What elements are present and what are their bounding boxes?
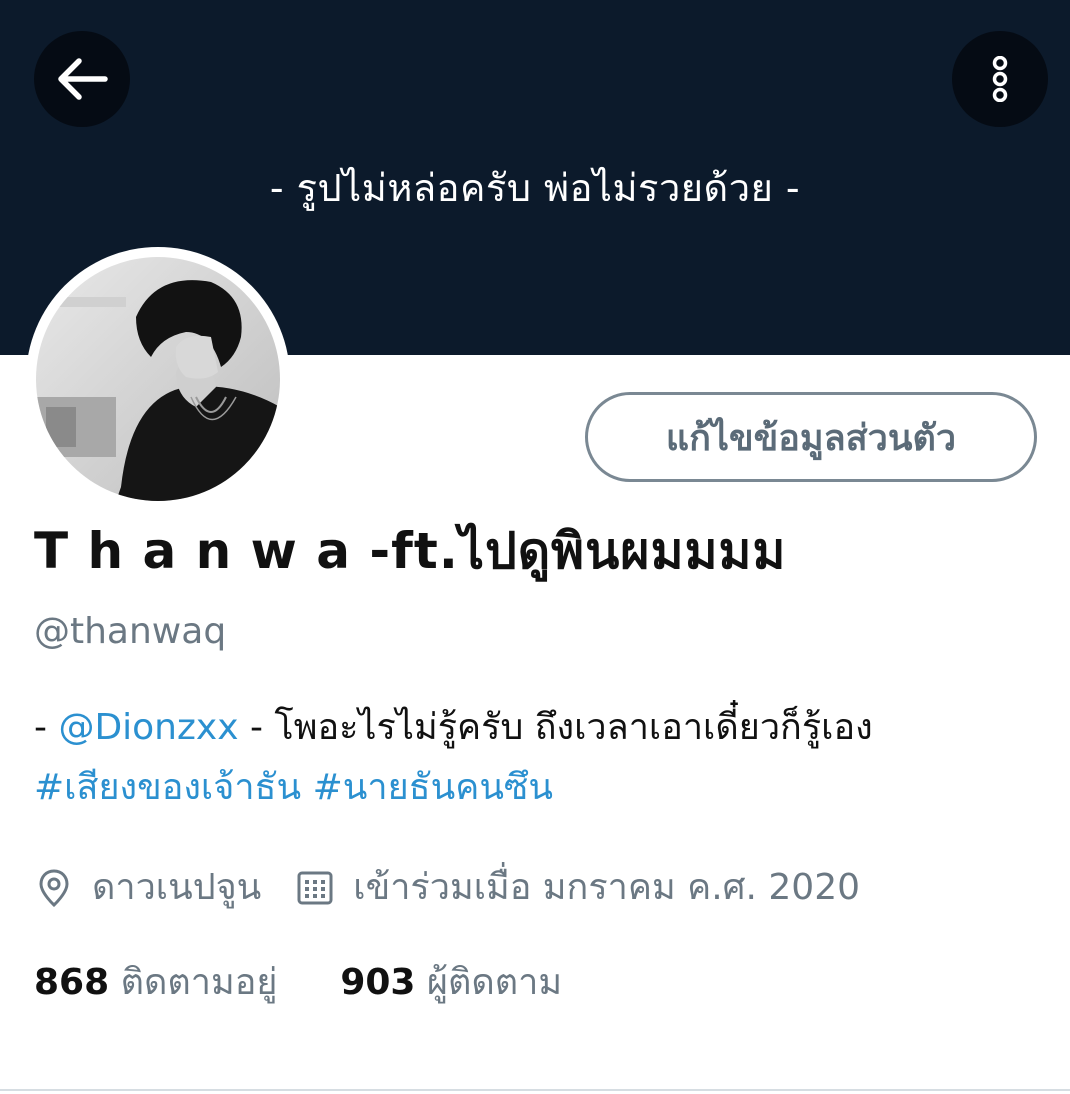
more-vertical-icon [988, 56, 1012, 102]
calendar-icon [295, 868, 335, 908]
profile-meta: ดาวเนปจูน เข้าร่วมเมื่อ มกราคม ค.ศ. 2020 [34, 860, 860, 916]
back-button[interactable] [34, 31, 130, 127]
bio-line-1: - @Dionzxx - โพอะไรไม่รู้ครับ ถึงเวลาเอา… [34, 698, 1044, 758]
following-count: 868 [34, 962, 110, 1003]
following-link[interactable]: 868 ติดตามอยู่ [34, 962, 277, 1003]
follow-counts: 868 ติดตามอยู่ 903 ผู้ติดตาม [34, 955, 562, 1011]
user-handle: @thanwaq [34, 611, 227, 652]
edit-profile-button[interactable]: แก้ไขข้อมูลส่วนตัว [585, 392, 1037, 482]
bio-text: - โพอะไรไม่รู้ครับ ถึงเวลาเอาเดี๋ยวก็รู้… [238, 707, 873, 748]
location-pin-icon [34, 868, 74, 908]
followers-label: ผู้ติดตาม [426, 962, 563, 1003]
avatar-photo [36, 257, 280, 501]
bio-prefix: - [34, 707, 59, 748]
display-name: T h a n w a -ft.ไปดูพินผมมมม [34, 522, 787, 580]
followers-count: 903 [340, 962, 416, 1003]
bio-mention-link[interactable]: @Dionzxx [58, 707, 238, 748]
profile-bio: - @Dionzxx - โพอะไรไม่รู้ครับ ถึงเวลาเอา… [34, 698, 1044, 818]
banner-text: - รูปไม่หล่อครับ พ่อไม่รวยด้วย - [269, 166, 801, 210]
following-label: ติดตามอยู่ [120, 962, 278, 1003]
joined-date-text: เข้าร่วมเมื่อ มกราคม ค.ศ. 2020 [353, 867, 861, 908]
hashtag-link-2[interactable]: #นายธันคนซึน [313, 767, 553, 808]
avatar[interactable] [26, 247, 290, 511]
arrow-left-icon [55, 57, 109, 101]
followers-link[interactable]: 903 ผู้ติดตาม [340, 962, 562, 1003]
more-options-button[interactable] [952, 31, 1048, 127]
bio-line-2: #เสียงของเจ้าธัน #นายธันคนซึน [34, 758, 1044, 818]
location-text: ดาวเนปจูน [92, 867, 262, 908]
divider [0, 1089, 1070, 1091]
hashtag-link-1[interactable]: #เสียงของเจ้าธัน [34, 767, 301, 808]
